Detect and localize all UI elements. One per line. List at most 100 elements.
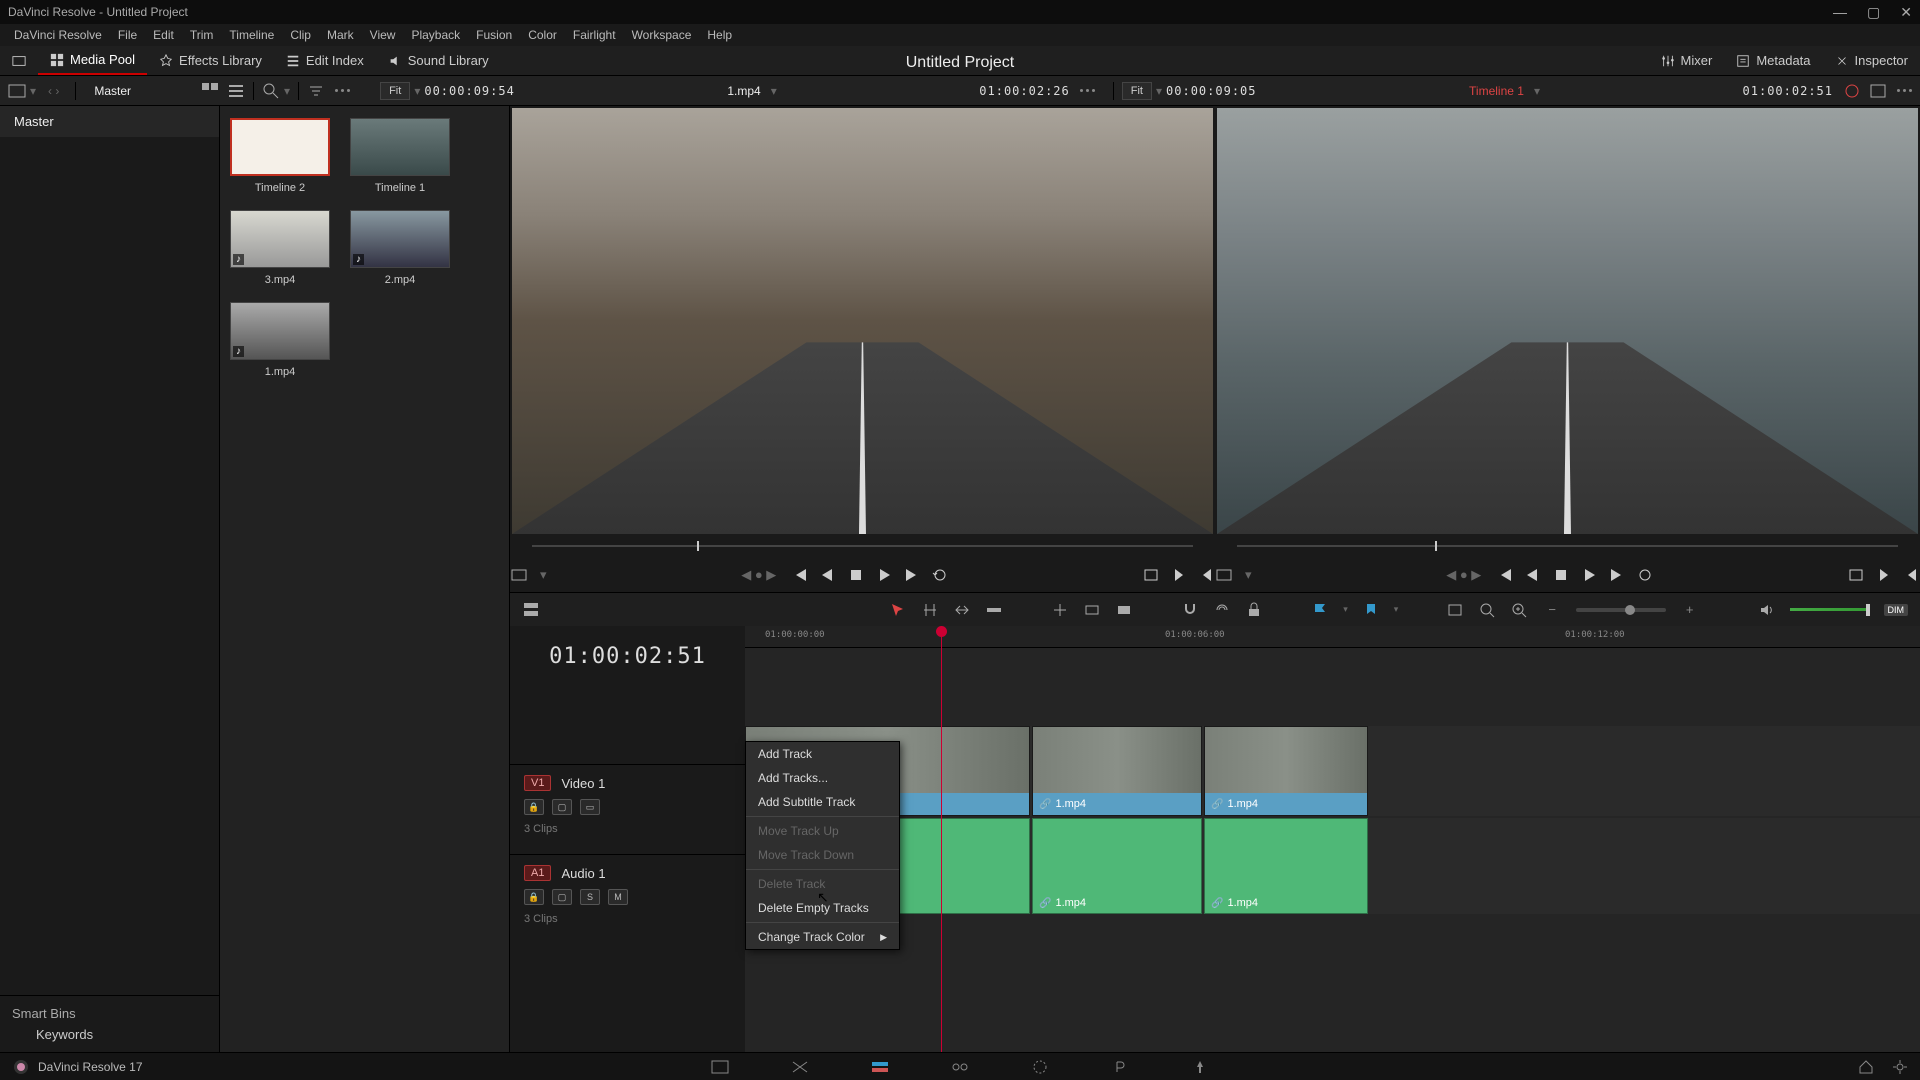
video-clip[interactable]: 🔗 1.mp4 [1204,726,1368,816]
a1-tag[interactable]: A1 [524,865,551,881]
keywords-bin[interactable]: Keywords [12,1021,207,1042]
media-thumb[interactable]: ♪3.mp4 [230,210,330,286]
menu-fairlight[interactable]: Fairlight [565,28,624,42]
inspector-button[interactable]: Inspector [1823,53,1920,68]
dim-button[interactable]: DIM [1884,604,1909,616]
record-viewer[interactable] [1217,108,1918,534]
media-thumb[interactable]: ♪2.mp4 [350,210,450,286]
fairlight-page-icon[interactable] [1110,1059,1130,1075]
menu-mark[interactable]: Mark [319,28,362,42]
dynamic-trim-icon[interactable] [953,601,971,619]
src-prev-button[interactable] [820,567,836,583]
zoom-icon[interactable] [1510,601,1528,619]
rec-out-button[interactable] [1904,567,1920,583]
bypass-icon[interactable] [1843,82,1861,100]
menu-color[interactable]: Color [520,28,565,42]
sort-icon[interactable] [307,82,325,100]
src-options-icon[interactable] [1080,89,1095,92]
video-track-lane[interactable]: 🔗 1.mp4🔗 1.mp4 [745,726,1920,816]
media-pool-button[interactable]: Media Pool [38,46,147,75]
menu-help[interactable]: Help [699,28,740,42]
menu-playback[interactable]: Playback [403,28,468,42]
zoom-tool-icon[interactable] [1446,601,1464,619]
a1-auto-select-button[interactable]: ▢ [552,889,572,905]
metadata-button[interactable]: Metadata [1724,53,1822,68]
rec-match-frame-button[interactable] [1848,567,1864,583]
selection-tool-icon[interactable] [889,601,907,619]
menu-file[interactable]: File [110,28,145,42]
video-track-header[interactable]: V1 Video 1 🔒 ▢ ▭ 3 Clips [510,764,745,854]
src-stop-button[interactable] [848,567,864,583]
cut-page-icon[interactable] [790,1059,810,1075]
playhead[interactable] [941,626,942,1052]
audio-clip[interactable]: 🔗 1.mp4 [1032,818,1202,914]
menu-davinci-resolve[interactable]: DaVinci Resolve [6,28,110,42]
volume-icon[interactable] [1758,601,1776,619]
single-viewer-icon[interactable] [1869,82,1887,100]
sound-library-button[interactable]: Sound Library [376,46,501,75]
rec-in-button[interactable] [1876,567,1892,583]
rec-zoom[interactable]: Fit [1122,82,1152,100]
src-mode-icon[interactable] [510,566,528,584]
color-page-icon[interactable] [1030,1059,1050,1075]
search-icon[interactable] [262,82,280,100]
src-jog-icon[interactable]: ◀ ● ▶ [741,567,776,583]
src-play-button[interactable] [876,567,892,583]
marker-icon[interactable] [1362,601,1380,619]
zoom-to-fit-icon[interactable] [1478,601,1496,619]
rec-scrub-bar[interactable] [1215,534,1920,558]
timeline-canvas[interactable]: 01:00:00:0001:00:06:0001:00:12:00 🔗 1.mp… [745,626,1920,1052]
audio-clip[interactable]: 🔗 1.mp4 [1204,818,1368,914]
rec-mode-icon[interactable] [1215,566,1233,584]
audio-track-lane[interactable]: 🔗 1.mp4🔗 1.mp4 [745,818,1920,914]
src-zoom[interactable]: Fit [380,82,410,100]
lock-icon[interactable] [1245,601,1263,619]
a1-lock-button[interactable]: 🔒 [524,889,544,905]
blade-tool-icon[interactable] [985,601,1003,619]
edit-page-icon[interactable] [870,1059,890,1075]
link-icon[interactable] [1213,601,1231,619]
tl-view-options-icon[interactable] [522,601,540,619]
menu-fusion[interactable]: Fusion [468,28,520,42]
rec-last-frame-button[interactable] [1609,567,1625,583]
thumb-view-icon[interactable] [201,82,219,100]
smart-bins-header[interactable]: Smart Bins [12,1006,207,1021]
media-thumb[interactable]: ♪1.mp4 [230,302,330,378]
source-viewer[interactable] [512,108,1213,534]
rec-options-icon[interactable] [1897,89,1912,92]
src-in-button[interactable] [1171,567,1187,583]
video-clip[interactable]: 🔗 1.mp4 [1032,726,1202,816]
src-loop-button[interactable] [932,567,948,583]
fusion-page-icon[interactable] [950,1059,970,1075]
edit-index-button[interactable]: Edit Index [274,46,376,75]
src-scrub-bar[interactable] [510,534,1215,558]
v1-lock-button[interactable]: 🔒 [524,799,544,815]
src-out-button[interactable] [1199,567,1215,583]
src-first-frame-button[interactable] [792,567,808,583]
settings-icon[interactable] [1892,1059,1908,1075]
v1-auto-select-button[interactable]: ▢ [552,799,572,815]
home-button[interactable] [0,46,38,75]
overwrite-icon[interactable] [1083,601,1101,619]
flag-icon[interactable] [1311,601,1329,619]
rec-play-button[interactable] [1581,567,1597,583]
insert-icon[interactable] [1051,601,1069,619]
menu-timeline[interactable]: Timeline [221,28,282,42]
menu-item-add-subtitle-track[interactable]: Add Subtitle Track [746,790,899,814]
media-thumb[interactable]: Timeline 1 [350,118,450,194]
a1-mute-button[interactable]: M [608,889,628,905]
menu-view[interactable]: View [362,28,404,42]
media-thumb[interactable]: Timeline 2 [230,118,330,194]
rec-first-frame-button[interactable] [1497,567,1513,583]
menu-clip[interactable]: Clip [282,28,319,42]
rec-loop-button[interactable] [1637,567,1653,583]
menu-item-add-tracks-[interactable]: Add Tracks... [746,766,899,790]
effects-library-button[interactable]: Effects Library [147,46,274,75]
menu-workspace[interactable]: Workspace [624,28,700,42]
master-bin[interactable]: Master [0,106,219,137]
audio-track-header[interactable]: A1 Audio 1 🔒 ▢ S M 3 Clips [510,854,745,950]
rec-timeline-name[interactable]: Timeline 1 [1469,84,1524,98]
src-match-frame-button[interactable] [1143,567,1159,583]
close-button[interactable]: ✕ [1900,4,1912,21]
maximize-button[interactable]: ▢ [1867,4,1880,21]
